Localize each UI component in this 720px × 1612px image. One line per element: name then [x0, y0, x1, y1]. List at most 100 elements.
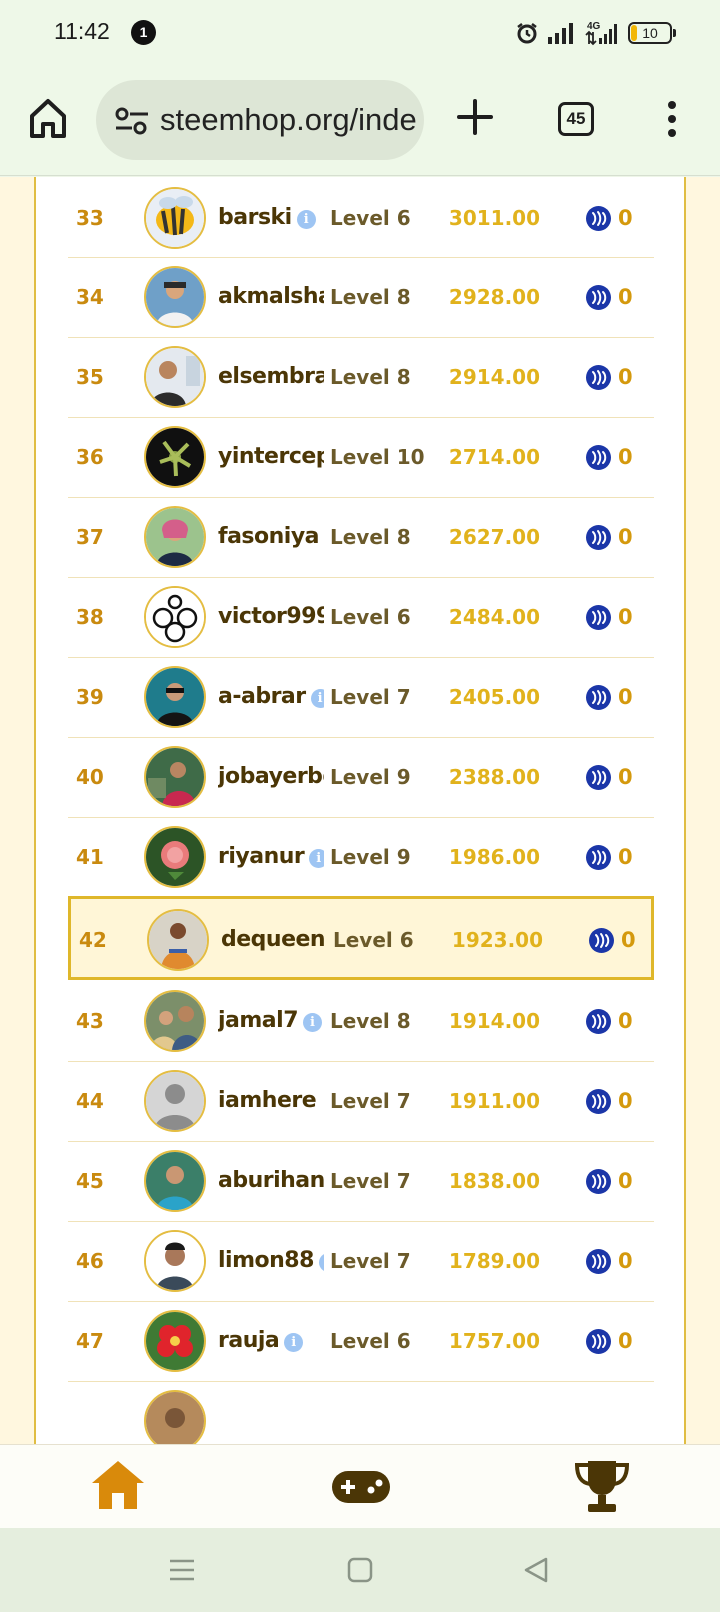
- avatar[interactable]: [144, 1230, 206, 1292]
- avatar[interactable]: [144, 666, 206, 728]
- gamepad-icon[interactable]: [330, 1467, 392, 1507]
- username-cell[interactable]: jobayerbd: [218, 736, 324, 818]
- steem-icon: [586, 1329, 611, 1354]
- avatar[interactable]: [144, 187, 206, 249]
- leaderboard-row[interactable]: 45 aburihan Level 7 1838.00 0: [68, 1140, 654, 1222]
- avatar[interactable]: [144, 506, 206, 568]
- tabs-button[interactable]: 45: [558, 102, 594, 136]
- leaderboard-row[interactable]: 43 jamal7 i Level 8 1914.00 0: [68, 980, 654, 1062]
- leaderboard-row[interactable]: 38 victor9999Level 6 2484.00 0: [68, 576, 654, 658]
- info-icon[interactable]: i: [310, 689, 324, 708]
- new-tab-icon[interactable]: [456, 98, 494, 136]
- username[interactable]: akmalshakir: [218, 284, 324, 309]
- steem-icon: [586, 685, 611, 710]
- username[interactable]: barski: [218, 205, 292, 230]
- url-text[interactable]: steemhop.org/index: [160, 99, 416, 141]
- avatar[interactable]: [144, 266, 206, 328]
- username[interactable]: elsembra: [218, 364, 324, 389]
- username-cell[interactable]: iamhere: [218, 1060, 324, 1142]
- avatar[interactable]: [144, 426, 206, 488]
- reward-value: 0: [618, 845, 633, 869]
- avatar[interactable]: [144, 346, 206, 408]
- username-cell[interactable]: barski i: [218, 177, 324, 259]
- points-value: 1789.00: [448, 1249, 540, 1273]
- username-cell[interactable]: jamal7 i: [218, 980, 324, 1062]
- steem-icon: [586, 1169, 611, 1194]
- address-bar[interactable]: steemhop.org/index: [96, 80, 424, 160]
- username[interactable]: rauja: [218, 1328, 280, 1353]
- 4g-signal-icon: 4G: [585, 21, 617, 46]
- leaderboard-row[interactable]: 46limon88iLevel 71789.000: [68, 1220, 654, 1302]
- username-cell[interactable]: aburihan: [218, 1140, 324, 1222]
- leaderboard-row[interactable]: 33 barski i Level 6 3011.00 0: [68, 177, 654, 258]
- status-time: 11:42: [54, 18, 110, 44]
- level-label: Level 8: [330, 1009, 411, 1033]
- reward-value: 0: [621, 928, 636, 952]
- username[interactable]: riyanur: [218, 844, 305, 869]
- app-bottom-nav: [0, 1444, 720, 1528]
- avatar[interactable]: [144, 746, 206, 808]
- info-icon[interactable]: i: [303, 1013, 323, 1032]
- username[interactable]: dequeen: [221, 927, 326, 952]
- leaderboard-row[interactable]: 41 riyanur i Level 9 1986.00 0: [68, 816, 654, 898]
- leaderboard-row[interactable]: 36 yinterceptLevel 10 2714.00 0: [68, 416, 654, 498]
- steem-icon: [586, 1249, 611, 1274]
- username-cell[interactable]: dequeeni: [221, 899, 327, 981]
- info-icon[interactable]: i: [284, 1333, 304, 1352]
- info-icon[interactable]: i: [309, 849, 324, 868]
- username[interactable]: aburihan: [218, 1168, 324, 1193]
- username[interactable]: jobayerbd: [218, 764, 324, 789]
- username[interactable]: iamhere: [218, 1088, 317, 1113]
- points-value: 1838.00: [448, 1169, 540, 1193]
- username-cell[interactable]: victor9999: [218, 576, 324, 658]
- recent-apps-icon[interactable]: [168, 1556, 196, 1584]
- info-icon[interactable]: i: [318, 1253, 324, 1272]
- avatar[interactable]: [144, 1070, 206, 1132]
- leaderboard-row[interactable]: 40 jobayerbdLevel 9 2388.00 0: [68, 736, 654, 818]
- leaderboard-row[interactable]: 44 iamhere Level 7 1911.00 0: [68, 1060, 654, 1142]
- username-cell[interactable]: rauja i: [218, 1300, 324, 1382]
- reward-value: 0: [618, 1089, 633, 1113]
- more-menu-icon[interactable]: [660, 99, 684, 139]
- username[interactable]: yintercept: [218, 444, 324, 469]
- username-cell[interactable]: limon88i: [218, 1220, 324, 1302]
- back-icon[interactable]: [522, 1556, 550, 1584]
- reward-value: 0: [618, 365, 633, 389]
- username-cell[interactable]: riyanur i: [218, 816, 324, 898]
- leaderboard-row[interactable]: 47 rauja i Level 6 1757.00 0: [68, 1300, 654, 1382]
- leaderboard-row[interactable]: 39 a-abrar i Level 7 2405.00 0: [68, 656, 654, 738]
- avatar[interactable]: [147, 909, 209, 971]
- avatar[interactable]: [144, 1310, 206, 1372]
- username[interactable]: jamal7: [218, 1008, 299, 1033]
- username-cell[interactable]: yintercept: [218, 416, 324, 498]
- username-cell[interactable]: elsembra: [218, 336, 324, 418]
- username[interactable]: a-abrar: [218, 684, 306, 709]
- username[interactable]: fasoniya: [218, 524, 320, 549]
- leaderboard-row[interactable]: 35 elsembra Level 8 2914.00 0: [68, 336, 654, 418]
- info-icon[interactable]: i: [296, 210, 316, 229]
- username[interactable]: victor9999: [218, 604, 324, 629]
- avatar[interactable]: [144, 586, 206, 648]
- leaderboard-row[interactable]: 34 akmalshakirLevel 8 2928.00 0: [68, 256, 654, 338]
- home-icon[interactable]: [90, 1459, 146, 1511]
- avatar[interactable]: [144, 990, 206, 1052]
- site-settings-icon[interactable]: [114, 106, 150, 136]
- level-label: Level 7: [330, 1089, 411, 1113]
- points-value: 1757.00: [448, 1329, 540, 1353]
- leaderboard-row[interactable]: 37 fasoniya Level 8 2627.00 0: [68, 496, 654, 578]
- avatar[interactable]: [144, 826, 206, 888]
- username-cell[interactable]: akmalshakir: [218, 256, 324, 338]
- username-cell[interactable]: a-abrar i: [218, 656, 324, 738]
- trophy-icon[interactable]: [574, 1457, 630, 1515]
- avatar[interactable]: [144, 1150, 206, 1212]
- rank-number: 41: [76, 845, 104, 869]
- home-icon[interactable]: [28, 96, 68, 140]
- rank-number: 45: [76, 1169, 104, 1193]
- reward-value: 0: [618, 1169, 633, 1193]
- leaderboard-row-current-user[interactable]: 42 dequeeniLevel 6 1923.00 0: [68, 896, 654, 980]
- home-square-icon[interactable]: [346, 1556, 374, 1584]
- username[interactable]: limon88: [218, 1248, 314, 1273]
- points-value: 1914.00: [448, 1009, 540, 1033]
- avatar[interactable]: [144, 1390, 206, 1444]
- username-cell[interactable]: fasoniya: [218, 496, 324, 578]
